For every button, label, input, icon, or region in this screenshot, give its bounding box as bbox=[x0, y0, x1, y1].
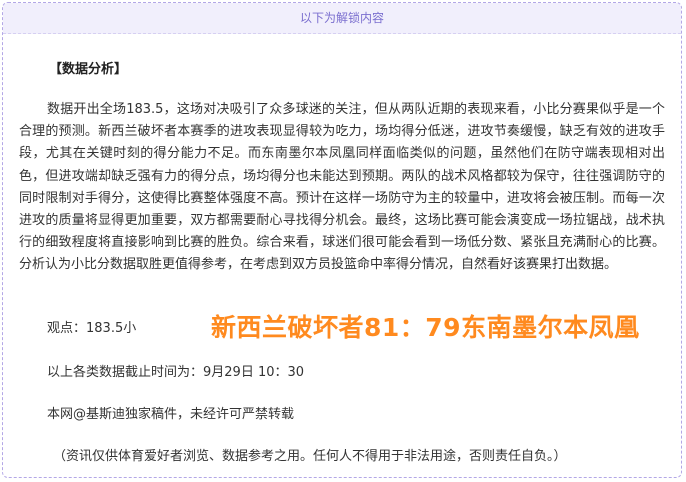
unlocked-content-panel: 以下为解锁内容 【数据分析】 数据开出全场183.5，这场对决吸引了众多球迷的关… bbox=[2, 2, 682, 478]
source-notice: 本网@基斯迪独家稿件，未经许可严禁转载 bbox=[47, 407, 295, 422]
data-cutoff-time: 以上各类数据截止时间为：9月29日 10：30 bbox=[47, 365, 305, 380]
analysis-paragraph: 数据开出全场183.5，这场对决吸引了众多球迷的关注，但从两队近期的表现来看，小… bbox=[19, 102, 665, 273]
score-prediction-overlay: 新西兰破坏者81：79东南墨尔本凤凰 bbox=[211, 313, 640, 342]
disclaimer-text: （资讯仅供体育爱好者浏览、数据参考之用。任何人不得用于非法用途，否则责任自负。） bbox=[53, 449, 567, 464]
section-heading: 【数据分析】 bbox=[49, 62, 128, 77]
viewpoint-line: 观点：183.5小 bbox=[47, 321, 137, 336]
unlock-banner: 以下为解锁内容 bbox=[3, 3, 681, 34]
